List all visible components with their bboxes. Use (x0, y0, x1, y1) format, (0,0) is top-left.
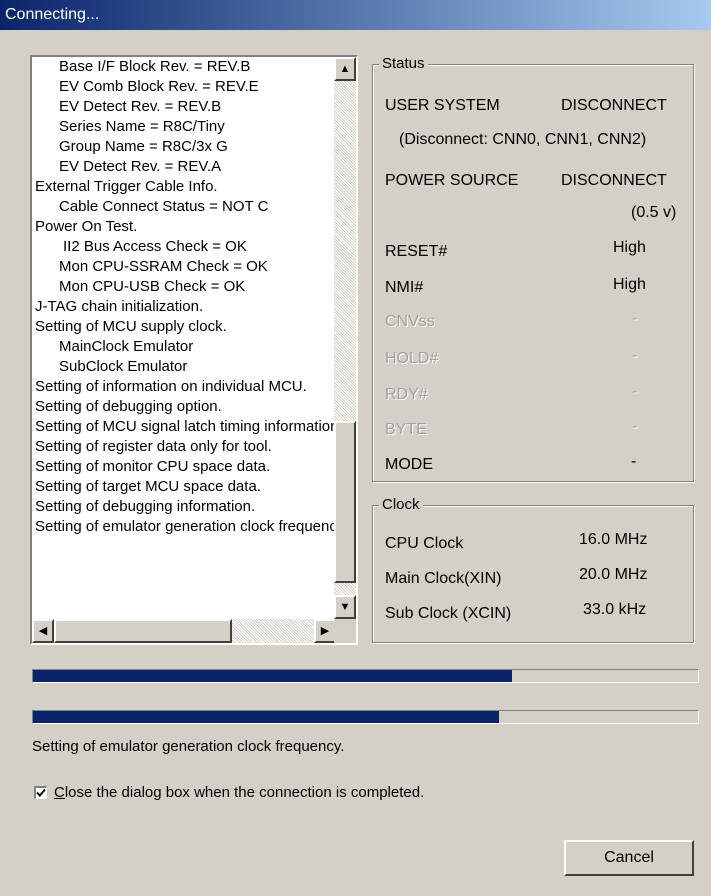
log-line: Setting of debugging option. (35, 398, 222, 415)
rdy-value: - (632, 383, 638, 400)
cnvss-label: CNVss (385, 313, 435, 330)
byte-label: BYTE (385, 421, 427, 438)
checkmark-icon (36, 788, 46, 797)
nmi-value: High (613, 276, 646, 293)
log-line: Setting of target MCU space data. (35, 478, 261, 495)
status-message: Setting of emulator generation clock fre… (32, 738, 345, 755)
hold-value: - (632, 347, 638, 364)
log-line: Setting of debugging information. (35, 498, 256, 515)
step-progress-bar (32, 710, 699, 724)
rdy-label: RDY# (385, 386, 428, 403)
cpu-clock-value: 16.0 MHz (579, 531, 648, 548)
scroll-corner (334, 619, 356, 643)
scroll-right-button[interactable]: ▶ (314, 619, 336, 643)
main-clock-value: 20.0 MHz (579, 566, 648, 583)
log-line: Series Name = R8C/Tiny (59, 118, 225, 135)
cnvss-value: - (632, 310, 638, 327)
reset-value: High (613, 239, 646, 256)
scroll-left-button[interactable]: ◀ (32, 619, 54, 643)
connection-log-list[interactable]: Base I/F Block Rev. = REV.B EV Comb Block… (30, 55, 358, 645)
step-progress-fill (33, 711, 499, 723)
log-line: MainClock Emulator (59, 338, 194, 355)
close-when-complete-label-rest: lose the dialog box when the connection … (64, 783, 425, 801)
power-source-label: POWER SOURCE (385, 172, 519, 189)
close-when-complete-label: Close the dialog box when the connection… (54, 784, 424, 801)
horizontal-scrollbar[interactable]: ◀ ▶ (32, 619, 338, 643)
vertical-scrollbar[interactable]: ▲ ▼ (334, 57, 356, 619)
log-line: EV Comb Block Rev. = REV.E (59, 78, 259, 95)
close-when-complete-option[interactable]: Close the dialog box when the connection… (34, 782, 424, 802)
log-line: Setting of emulator generation clock fre… (35, 518, 340, 535)
nmi-label: NMI# (385, 279, 424, 296)
overall-progress-fill (33, 670, 512, 682)
scroll-up-button[interactable]: ▲ (334, 57, 356, 81)
close-when-complete-checkbox[interactable] (34, 785, 47, 799)
log-line: Cable Connect Status = NOT C (59, 198, 269, 215)
reset-label: RESET# (385, 243, 448, 260)
log-line: Setting of MCU supply clock. (35, 318, 227, 335)
window-title: Connecting... (5, 6, 100, 23)
status-group: Status USER SYSTEM DISCONNECT (Disconnec… (372, 55, 694, 482)
user-system-detail: (Disconnect: CNN0, CNN1, CNN2) (399, 131, 647, 148)
log-line: External Trigger Cable Info. (35, 178, 218, 195)
log-line: Group Name = R8C/3x G (59, 138, 228, 155)
clock-group-title: Clock (379, 496, 423, 514)
mode-label: MODE (385, 456, 433, 473)
title-bar: Connecting... (0, 0, 711, 30)
log-line: EV Detect Rev. = REV.A (59, 158, 222, 175)
log-line: Setting of MCU signal latch timing infor… (35, 418, 340, 435)
log-line: II2 Bus Access Check = OK (63, 238, 247, 255)
log-line: Setting of register data only for tool. (35, 438, 272, 455)
log-line: Power On Test. (35, 218, 138, 235)
vertical-scroll-thumb[interactable] (334, 421, 356, 583)
log-line: Setting of monitor CPU space data. (35, 458, 271, 475)
cancel-button[interactable]: Cancel (564, 840, 694, 876)
overall-progress-bar (32, 669, 699, 683)
scroll-down-button[interactable]: ▼ (334, 595, 356, 619)
hold-label: HOLD# (385, 350, 439, 367)
close-when-complete-accesskey: C (54, 783, 65, 801)
sub-clock-label: Sub Clock (XCIN) (385, 605, 512, 622)
cpu-clock-label: CPU Clock (385, 535, 464, 552)
log-line: Mon CPU-USB Check = OK (59, 278, 246, 295)
power-source-voltage: (0.5 v) (631, 204, 677, 221)
byte-value: - (632, 418, 638, 435)
status-group-title: Status (379, 55, 428, 73)
main-clock-label: Main Clock(XIN) (385, 570, 502, 587)
power-source-value: DISCONNECT (561, 172, 667, 189)
log-line: Mon CPU-SSRAM Check = OK (59, 258, 268, 275)
sub-clock-value: 33.0 kHz (583, 601, 647, 618)
log-line: EV Detect Rev. = REV.B (59, 98, 222, 115)
log-line: Setting of information on individual MCU… (35, 378, 307, 395)
log-line: J-TAG chain initialization. (35, 298, 204, 315)
log-line: SubClock Emulator (59, 358, 188, 375)
log-line: Base I/F Block Rev. = REV.B (59, 58, 251, 75)
clock-group: Clock CPU Clock 16.0 MHz Main Clock(XIN)… (372, 496, 694, 643)
user-system-value: DISCONNECT (561, 97, 667, 114)
user-system-label: USER SYSTEM (385, 97, 500, 114)
horizontal-scroll-thumb[interactable] (54, 619, 232, 643)
mode-value: - (631, 453, 637, 470)
log-lines: Base I/F Block Rev. = REV.B EV Comb Block… (32, 57, 340, 619)
